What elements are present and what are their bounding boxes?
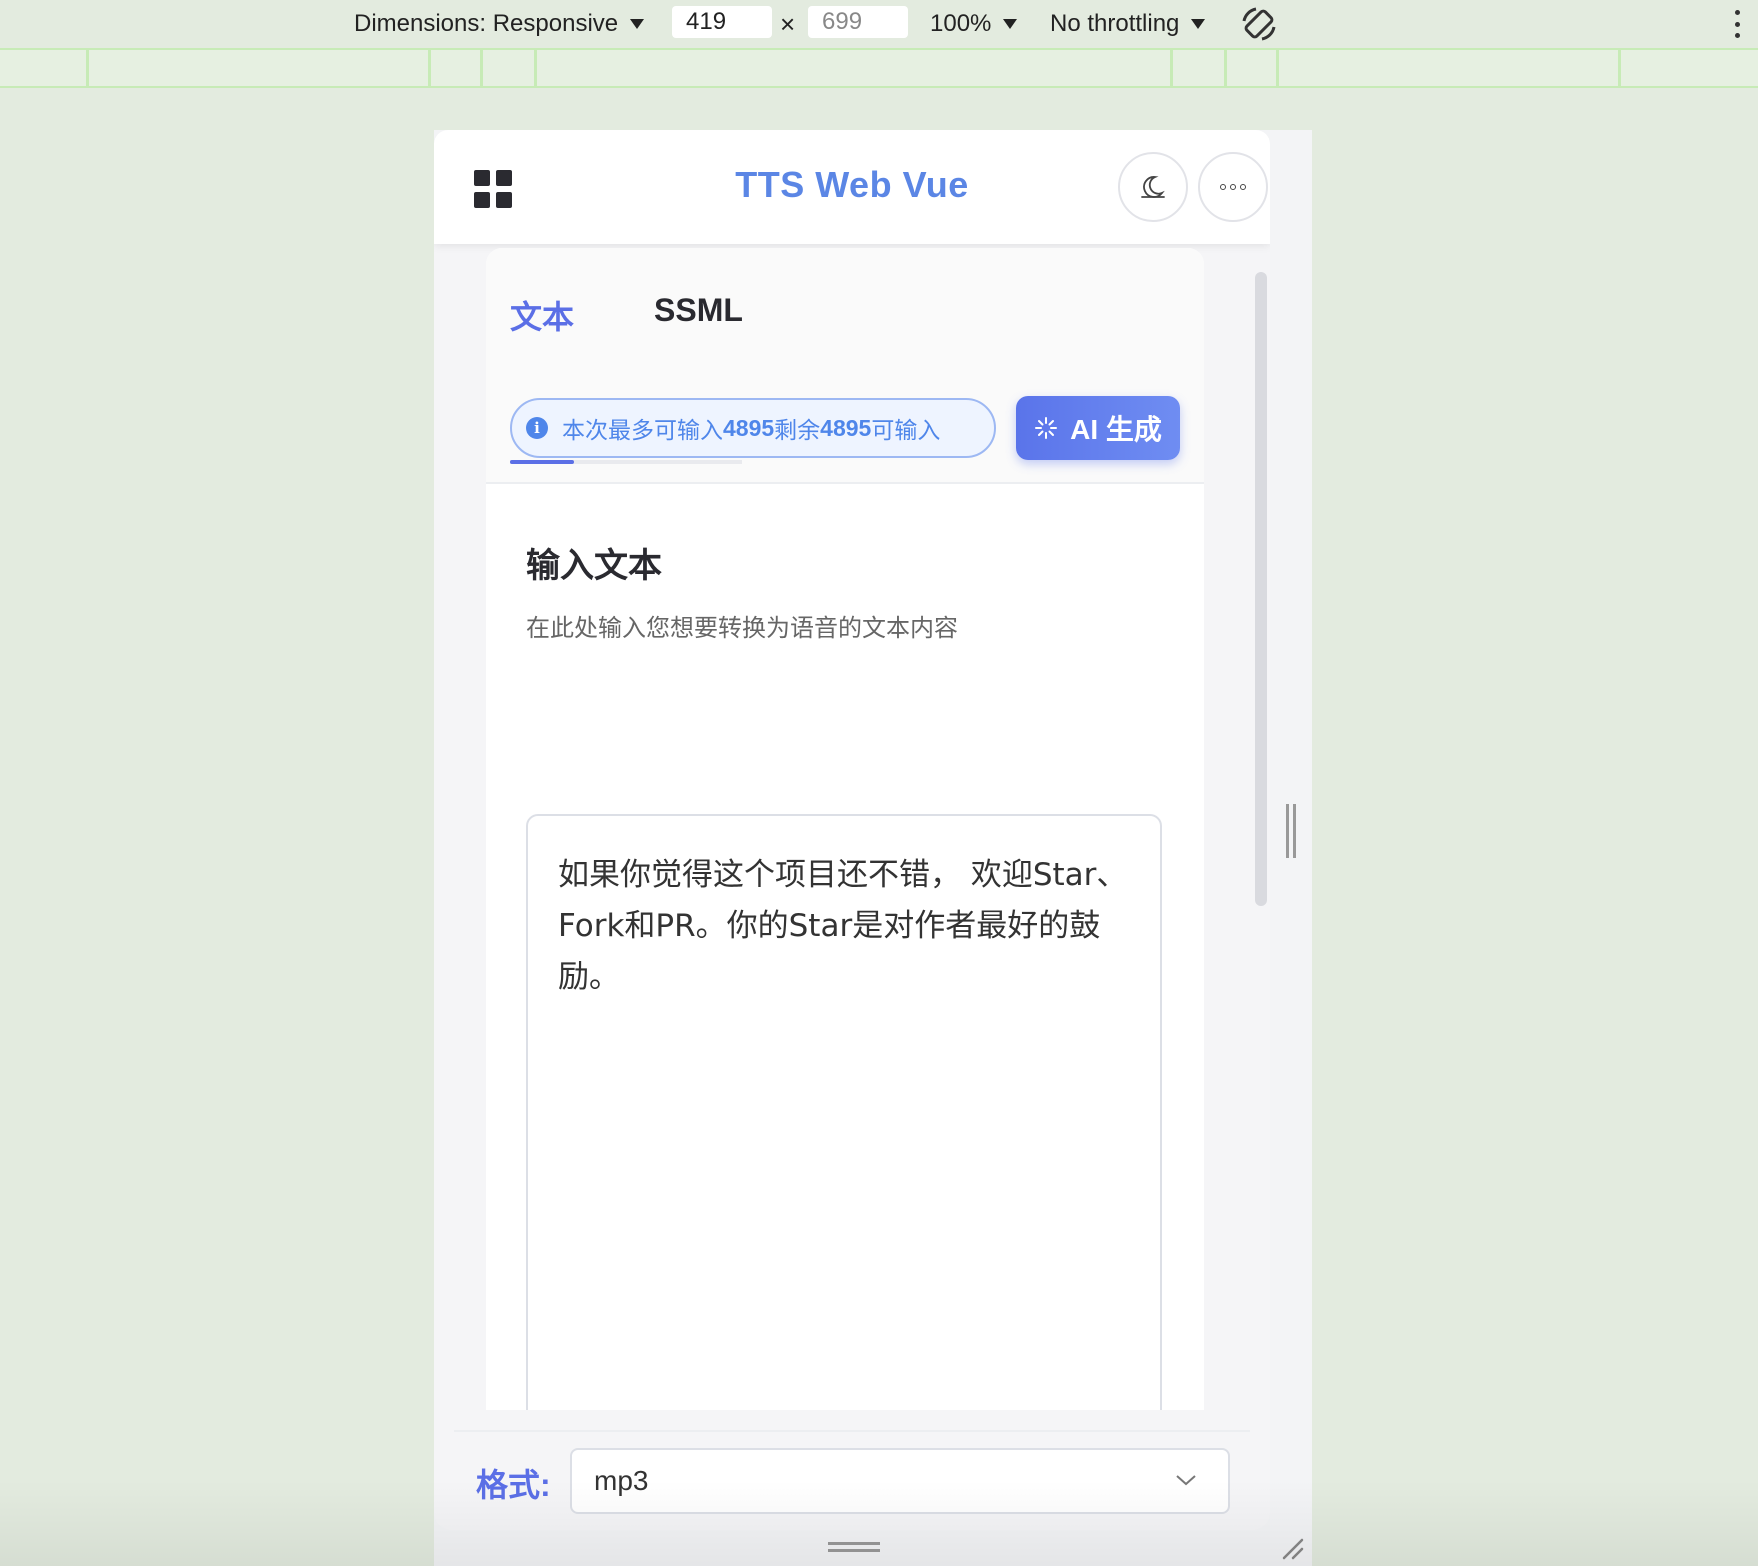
format-select[interactable]: mp3 — [570, 1448, 1230, 1514]
width-input[interactable]: 419 — [672, 6, 772, 38]
zoom-label: 100% — [930, 10, 992, 37]
dimensions-label: Dimensions: Responsive — [354, 10, 619, 37]
caret-down-icon — [630, 19, 645, 29]
app-root: TTS Web Vue 文本 SSML i 本次最多可输入 4895 剩余 48… — [434, 130, 1270, 1530]
theme-toggle-button[interactable] — [1118, 152, 1188, 222]
height-input[interactable]: 699 — [808, 6, 908, 38]
info-max-count: 4895 — [723, 414, 775, 441]
divider — [454, 1430, 1250, 1432]
format-label: 格式: — [476, 1467, 551, 1503]
media-query-ruler — [0, 48, 1758, 88]
height-resize-handle[interactable] — [828, 1542, 880, 1556]
caret-down-icon — [1003, 19, 1018, 29]
loading-spinner-icon — [1035, 417, 1058, 439]
format-selected-value: mp3 — [594, 1465, 649, 1496]
more-menu-button[interactable] — [1198, 152, 1268, 222]
ai-generate-label: AI 生成 — [1070, 414, 1162, 445]
throttling-label: No throttling — [1050, 10, 1180, 37]
info-suffix: 可输入 — [871, 417, 941, 443]
width-resize-handle[interactable] — [1286, 804, 1300, 858]
dimensions-dropdown[interactable]: Dimensions: Responsive — [354, 0, 645, 48]
tab-text[interactable]: 文本 — [510, 292, 574, 338]
caret-down-icon — [1191, 19, 1206, 29]
info-icon: i — [526, 417, 548, 439]
device-viewport: TTS Web Vue 文本 SSML i 本次最多可输入 4895 剩余 48… — [434, 130, 1312, 1566]
format-bar: 格式: mp3 — [434, 1410, 1270, 1530]
ellipsis-icon — [1220, 184, 1246, 190]
char-limit-info: i 本次最多可输入 4895 剩余 4895 可输入 — [510, 398, 996, 458]
rotate-icon — [1242, 7, 1276, 41]
input-card: 文本 SSML i 本次最多可输入 4895 剩余 4895 可输入 AI 生成… — [486, 248, 1204, 1530]
scrollbar-thumb[interactable] — [1255, 272, 1267, 906]
section-description: 在此处输入您想要转换为语音的文本内容 — [526, 615, 958, 642]
rotate-button[interactable] — [1240, 0, 1278, 48]
corner-resize-handle[interactable] — [1280, 1536, 1304, 1560]
more-options-icon[interactable] — [1734, 10, 1740, 38]
chevron-down-icon — [1176, 1475, 1196, 1486]
info-middle: 剩余 — [774, 417, 821, 443]
moon-icon — [1141, 176, 1165, 198]
tab-active-indicator — [510, 460, 574, 464]
times-symbol: × — [780, 8, 796, 39]
throttling-dropdown[interactable]: No throttling — [1050, 0, 1206, 48]
info-remaining-count: 4895 — [820, 414, 872, 441]
devtools-toolbar: Dimensions: Responsive 419 × 699 100% No… — [0, 0, 1758, 48]
app-header: TTS Web Vue — [434, 130, 1270, 244]
zoom-dropdown[interactable]: 100% — [930, 0, 1018, 48]
card-header: 文本 SSML i 本次最多可输入 4895 剩余 4895 可输入 AI 生成 — [486, 248, 1204, 484]
info-prefix: 本次最多可输入 — [562, 417, 723, 443]
section-title: 输入文本 — [526, 547, 662, 585]
ai-generate-button[interactable]: AI 生成 — [1016, 396, 1180, 460]
tab-ssml[interactable]: SSML — [654, 292, 743, 329]
